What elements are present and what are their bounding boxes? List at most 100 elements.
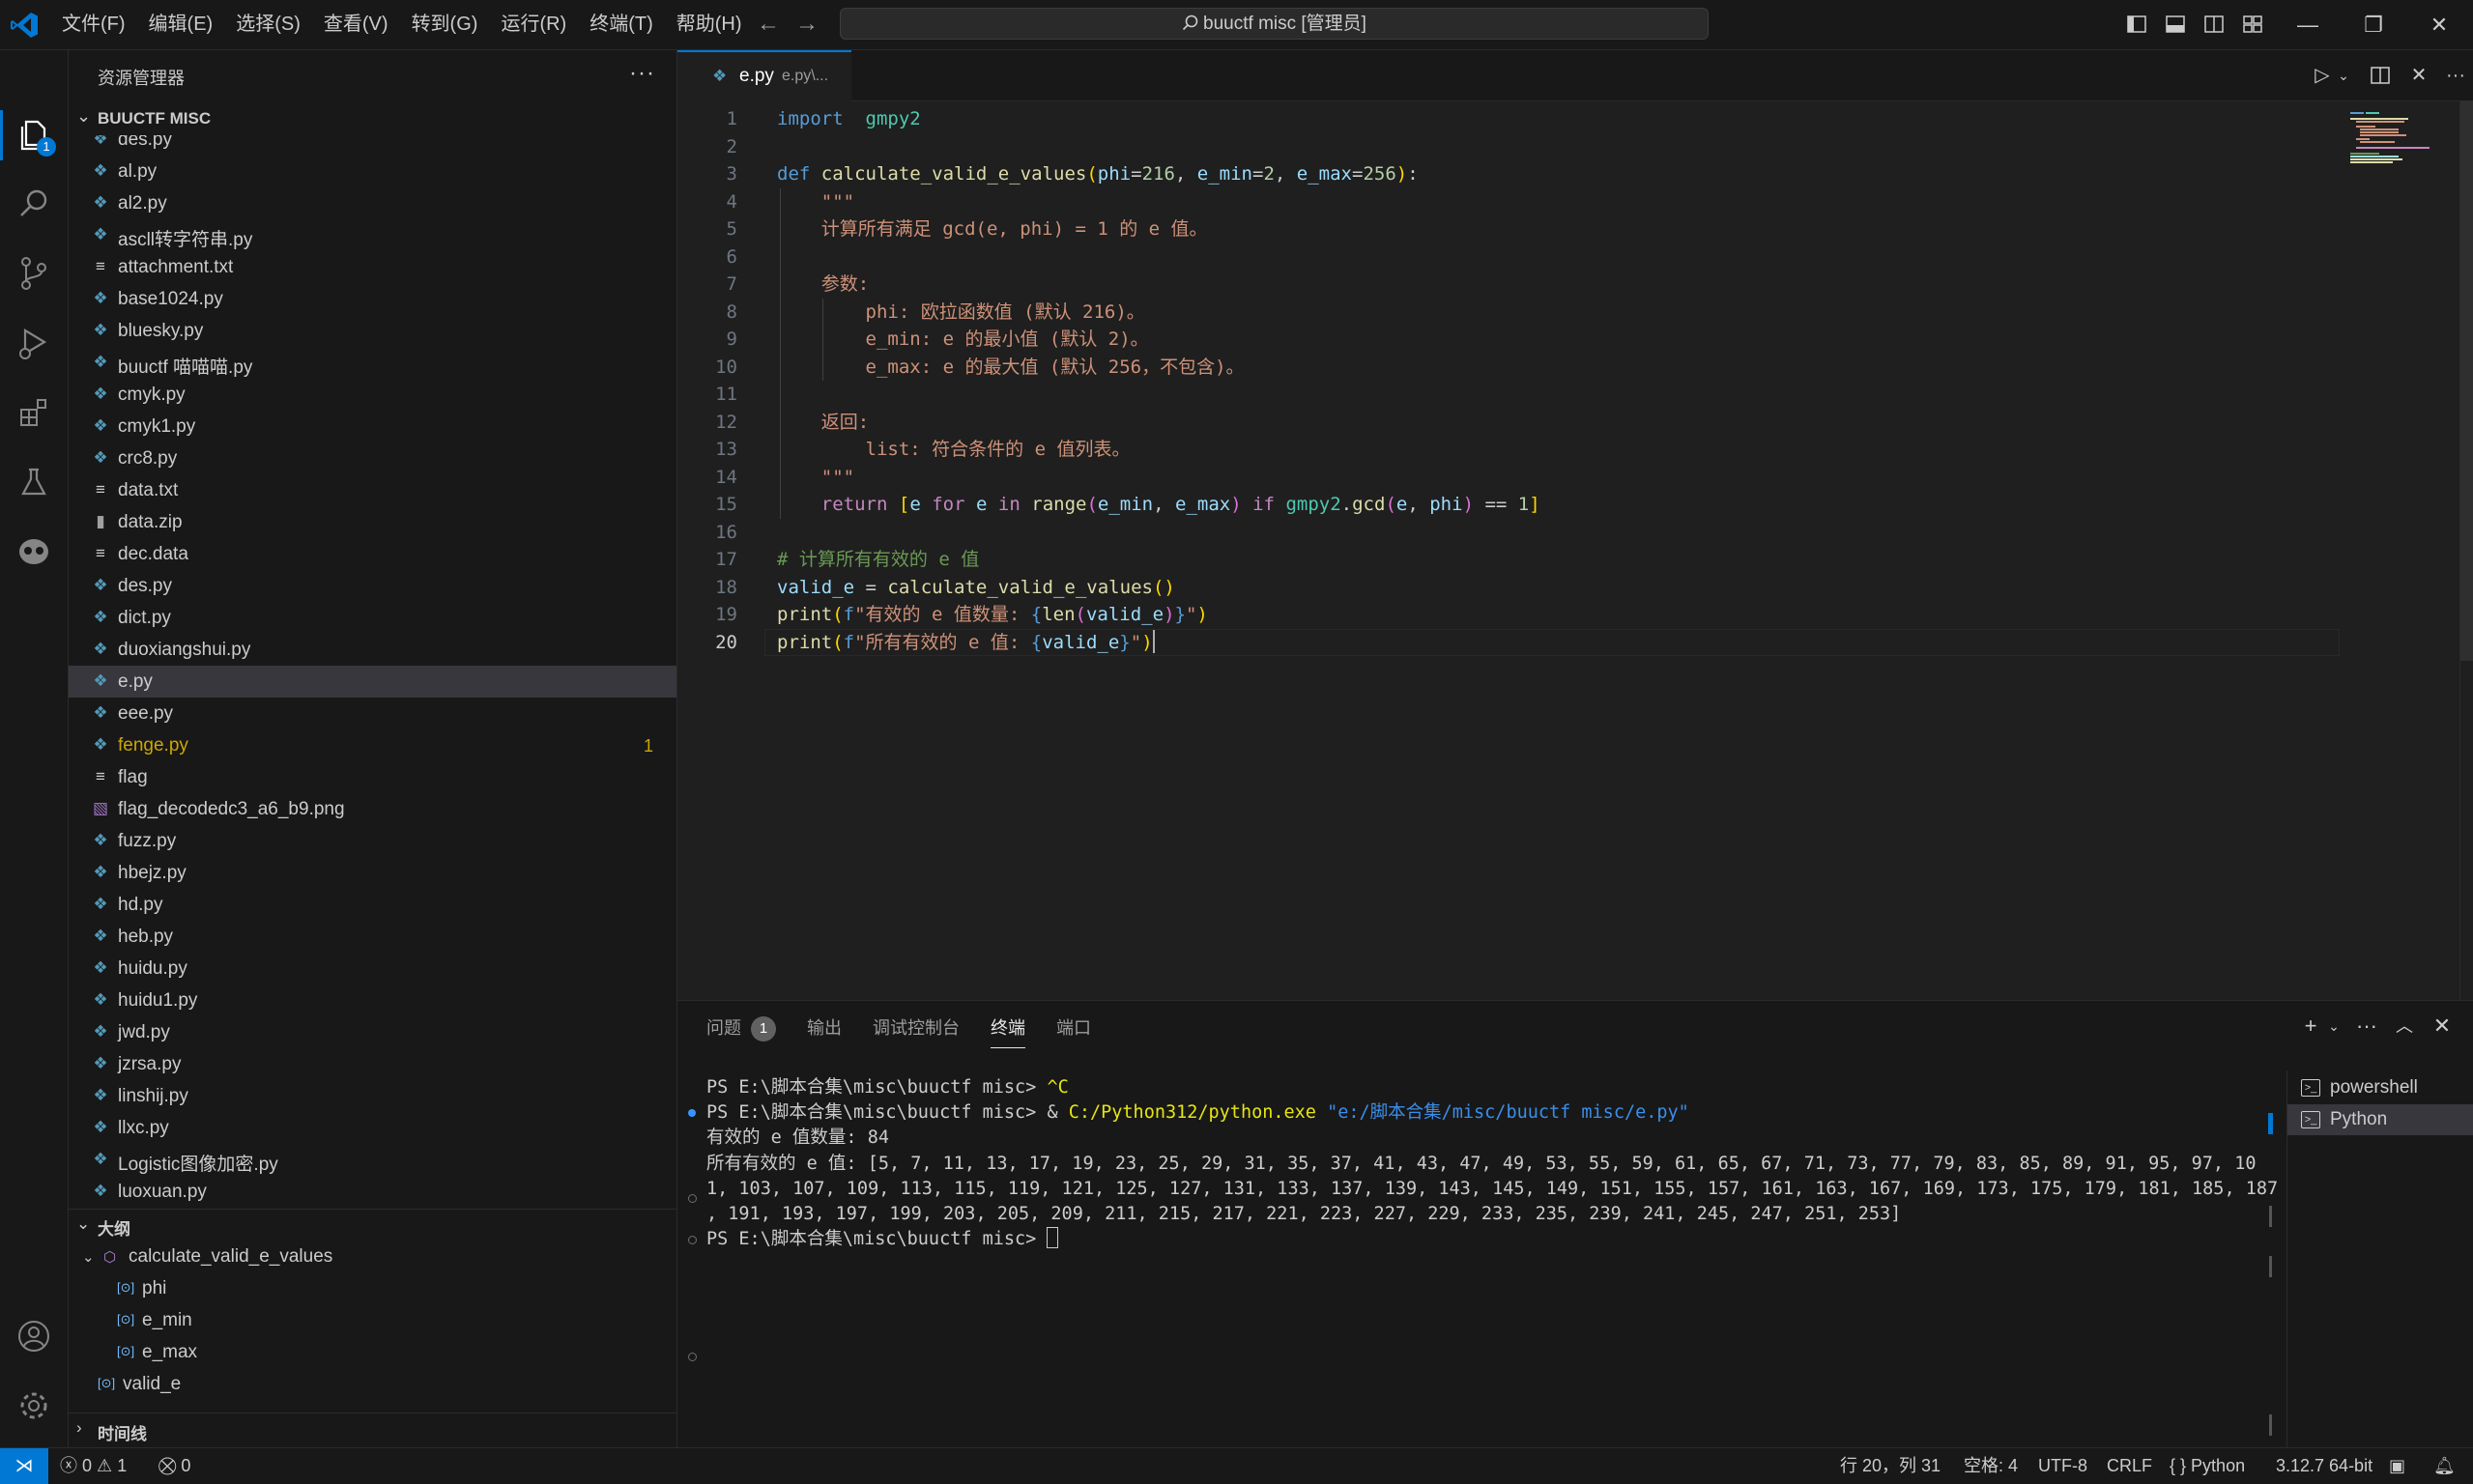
file-item[interactable]: ❖ eee.py (69, 698, 676, 729)
menu-item[interactable]: 查看(V) (312, 0, 400, 49)
forward-arrow-icon[interactable]: → (794, 12, 820, 37)
file-item[interactable]: ❖ llxc.py (69, 1112, 676, 1144)
ports-status[interactable]: ⛒ 0 (158, 1448, 190, 1484)
close-window-button[interactable]: ✕ (2406, 0, 2472, 49)
maximize-button[interactable]: ❐ (2341, 0, 2406, 49)
terminal-instance[interactable]: >_ Python (2287, 1104, 2473, 1135)
file-item[interactable]: ❖ cmyk1.py (69, 411, 676, 442)
tab-e-py[interactable]: ❖ e.py e.py\... (677, 50, 851, 101)
menu-item[interactable]: 选择(S) (224, 0, 312, 49)
file-item[interactable]: ❖ ascll转字符串.py (69, 219, 676, 251)
maximize-panel-icon[interactable]: ︿ (2393, 1014, 2416, 1038)
file-item[interactable]: ≡ data.txt (69, 474, 676, 506)
language-mode[interactable]: { } Python (2170, 1448, 2245, 1484)
toggle-panel-icon[interactable] (2165, 14, 2186, 35)
panel-tab[interactable]: 问题 1 (706, 1009, 776, 1047)
menu-item[interactable]: 帮助(H) (665, 0, 754, 49)
line-ending[interactable]: CRLF (2107, 1448, 2152, 1484)
menu-item[interactable]: 编辑(E) (137, 0, 225, 49)
run-debug-icon[interactable] (14, 323, 54, 363)
cursor-position[interactable]: 行 20，列 31 (1840, 1448, 1941, 1484)
encoding[interactable]: UTF-8 (2038, 1448, 2087, 1484)
python-interpreter[interactable]: 3.12.7 64-bit (2276, 1448, 2372, 1484)
panel-more-icon[interactable]: ··· (2355, 1014, 2378, 1038)
panel-tab[interactable]: 端口 (1056, 1009, 1091, 1047)
back-arrow-icon[interactable]: ← (756, 12, 781, 37)
editor-scrollbar-thumb[interactable] (2460, 100, 2473, 661)
file-item[interactable]: ❖ luoxuan.py (69, 1176, 676, 1202)
source-control-icon[interactable] (14, 253, 54, 294)
file-item[interactable]: ❖ fenge.py 1 (69, 729, 676, 761)
close-panel-icon[interactable]: ✕ (2430, 1014, 2454, 1038)
timeline-header[interactable]: › 时间线 (69, 1413, 676, 1444)
file-item[interactable]: ❖ huidu1.py (69, 985, 676, 1016)
file-item[interactable]: ❖ buuctf 喵喵喵.py (69, 347, 676, 379)
outline-item[interactable]: [⊙] e_min (69, 1304, 676, 1336)
file-item[interactable]: ❖ fuzz.py (69, 825, 676, 857)
file-item[interactable]: ❖ e.py (69, 666, 676, 698)
editor-more-icon[interactable]: ··· (2444, 64, 2467, 87)
file-item[interactable]: ❖ jzrsa.py (69, 1048, 676, 1080)
file-item[interactable]: ❖ hd.py (69, 889, 676, 921)
menu-item[interactable]: 文件(F) (50, 0, 137, 49)
file-item[interactable]: ❖ huidu.py (69, 953, 676, 985)
file-item[interactable]: ❖ al.py (69, 156, 676, 187)
file-item[interactable]: ❖ duoxiangshui.py (69, 634, 676, 666)
panel-tab[interactable]: 终端 (991, 1009, 1025, 1048)
menu-item[interactable]: 运行(R) (489, 0, 578, 49)
copilot-icon[interactable] (14, 531, 54, 572)
file-item[interactable]: ❖ linshij.py (69, 1080, 676, 1112)
terminal-output[interactable]: PS E:\脚本合集\misc\buuctf misc> ^C PS E:\脚本合… (677, 1070, 2278, 1447)
split-editor-icon[interactable] (2369, 64, 2392, 87)
toggle-secondary-sidebar-icon[interactable] (2203, 14, 2225, 35)
file-item[interactable]: ❖ heb.py (69, 921, 676, 953)
file-item[interactable]: ❖ des.py (69, 135, 676, 156)
file-item[interactable]: ≡ attachment.txt (69, 251, 676, 283)
menu-item[interactable]: 转到(G) (400, 0, 490, 49)
command-success-dot-icon[interactable] (688, 1109, 696, 1118)
notifications-bell-icon[interactable]: 🔔︎ (2433, 1448, 2456, 1484)
outline-item[interactable]: [⊙] phi (69, 1272, 676, 1304)
outline-header[interactable]: ⌄ 大纲 (69, 1209, 676, 1241)
more-actions-icon[interactable]: ··· (629, 60, 655, 87)
outline-item[interactable]: ⌄ ⬡ calculate_valid_e_values (69, 1241, 676, 1272)
remote-indicator-icon[interactable]: ⋊ (0, 1448, 48, 1484)
folder-header[interactable]: ⌄ BUUCTF MISC (69, 104, 676, 133)
copilot-status-icon[interactable]: ▣ (2389, 1448, 2405, 1484)
customize-layout-icon[interactable] (2242, 14, 2263, 35)
file-item[interactable]: ▮ data.zip (69, 506, 676, 538)
panel-tab[interactable]: 调试控制台 (873, 1009, 960, 1047)
outline-item[interactable]: [⊙] valid_e (69, 1368, 676, 1400)
file-item[interactable]: ❖ hbejz.py (69, 857, 676, 889)
file-item[interactable]: ❖ Logistic图像加密.py (69, 1144, 676, 1176)
search-icon[interactable] (14, 184, 54, 224)
problems-status[interactable]: ⓧ 0 ⚠ 1 (60, 1448, 127, 1484)
terminal-profile-dropdown-icon[interactable]: ⌄ (2322, 1014, 2345, 1038)
file-item[interactable]: ≡ dec.data (69, 538, 676, 570)
command-center-search[interactable]: buuctf misc [管理员] (840, 8, 1709, 40)
file-item[interactable]: ❖ dict.py (69, 602, 676, 634)
command-decoration-dot-icon[interactable] (688, 1353, 697, 1361)
code-editor[interactable]: 1 import gmpy2 2 3 def calculate_valid_e_val… (677, 100, 2473, 1000)
testing-icon[interactable] (14, 462, 54, 502)
file-item[interactable]: ❖ bluesky.py (69, 315, 676, 347)
terminal-instance[interactable]: >_ powershell (2287, 1072, 2473, 1103)
toggle-primary-sidebar-icon[interactable] (2126, 14, 2147, 35)
command-decoration-dot-icon[interactable] (688, 1194, 697, 1203)
close-editor-icon[interactable]: ✕ (2407, 64, 2430, 87)
terminal-scrollbar[interactable] (2268, 1070, 2274, 1447)
file-item[interactable]: ❖ al2.py (69, 187, 676, 219)
minimap[interactable] (2343, 100, 2449, 1000)
minimize-button[interactable]: — (2275, 0, 2341, 49)
run-python-file-icon[interactable]: ▷ (2311, 64, 2334, 87)
file-item[interactable]: ❖ cmyk.py (69, 379, 676, 411)
file-item[interactable]: ▧ flag_decodedc3_a6_b9.png (69, 793, 676, 825)
file-item[interactable]: ❖ crc8.py (69, 442, 676, 474)
extensions-icon[interactable] (14, 392, 54, 433)
file-item[interactable]: ❖ jwd.py (69, 1016, 676, 1048)
new-terminal-icon[interactable]: + (2299, 1014, 2322, 1038)
settings-gear-icon[interactable] (14, 1385, 54, 1426)
file-item[interactable]: ≡ flag (69, 761, 676, 793)
file-item[interactable]: ❖ base1024.py (69, 283, 676, 315)
file-item[interactable]: ❖ des.py (69, 570, 676, 602)
